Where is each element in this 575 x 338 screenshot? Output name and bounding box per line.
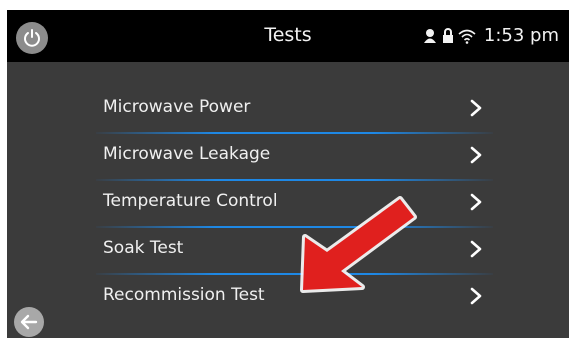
chevron-right-icon bbox=[470, 240, 482, 258]
list-item-label: Microwave Leakage bbox=[103, 144, 271, 164]
list-item-temperature-control[interactable]: Temperature Control bbox=[96, 181, 493, 228]
tests-list: Microwave Power Microwave Leakage Temper… bbox=[96, 87, 493, 322]
clock: 1:53 pm bbox=[483, 25, 559, 46]
device-screen: Tests 1:53 pm Microwave Power Microwave … bbox=[7, 10, 569, 338]
list-item-label: Soak Test bbox=[103, 238, 184, 258]
back-arrow-icon bbox=[20, 314, 38, 330]
list-item-soak-test[interactable]: Soak Test bbox=[96, 228, 493, 275]
list-item-label: Microwave Power bbox=[103, 97, 251, 117]
wifi-icon bbox=[458, 29, 476, 44]
top-bar: Tests 1:53 pm bbox=[7, 10, 569, 62]
chevron-right-icon bbox=[470, 287, 482, 305]
list-item-label: Recommission Test bbox=[103, 285, 265, 305]
list-item-microwave-leakage[interactable]: Microwave Leakage bbox=[96, 134, 493, 181]
chevron-right-icon bbox=[470, 193, 482, 211]
user-icon bbox=[423, 28, 436, 43]
list-item-label: Temperature Control bbox=[103, 191, 278, 211]
chevron-right-icon bbox=[470, 99, 482, 117]
chevron-right-icon bbox=[470, 146, 482, 164]
lock-icon bbox=[442, 27, 453, 43]
status-area: 1:53 pm bbox=[422, 25, 559, 46]
list-item-microwave-power[interactable]: Microwave Power bbox=[96, 87, 493, 134]
back-button[interactable] bbox=[14, 307, 44, 337]
list-item-recommission-test[interactable]: Recommission Test bbox=[96, 275, 493, 322]
